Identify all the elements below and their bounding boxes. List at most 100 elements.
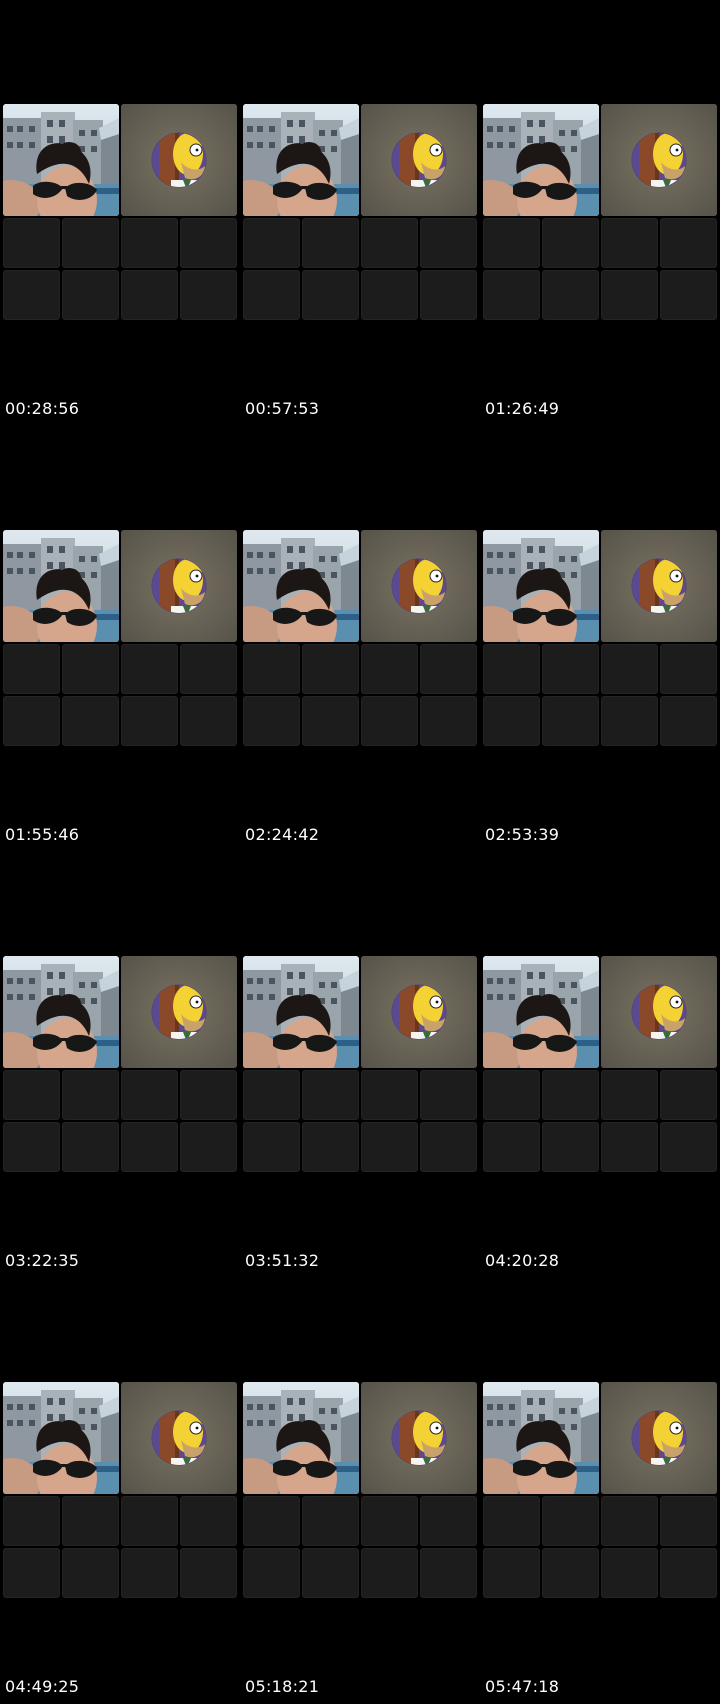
empty-participant-slot	[601, 696, 658, 746]
empty-participant-slot	[483, 1496, 540, 1546]
self-video-tile	[243, 1382, 359, 1494]
empty-participant-slot	[243, 1548, 300, 1598]
empty-participant-slot	[420, 218, 477, 268]
homer-avatar-icon	[361, 104, 477, 216]
frame-timestamp: 02:53:39	[485, 825, 560, 844]
peer-video-tile	[361, 530, 477, 642]
empty-participant-slot	[361, 218, 418, 268]
empty-participant-slot	[243, 218, 300, 268]
empty-participant-slot	[483, 270, 540, 320]
empty-participant-slot	[180, 270, 237, 320]
self-video-feed-icon	[243, 956, 359, 1068]
empty-participant-slot	[420, 644, 477, 694]
video-call-frame	[3, 1382, 237, 1598]
empty-participant-slot	[542, 1496, 599, 1546]
empty-participant-slot	[542, 1548, 599, 1598]
empty-participant-slot	[62, 1548, 119, 1598]
empty-participant-slot	[542, 1122, 599, 1172]
empty-participant-slot	[601, 1496, 658, 1546]
self-video-feed-icon	[483, 530, 599, 642]
empty-participant-slot	[3, 1122, 60, 1172]
empty-participant-slot	[420, 1496, 477, 1546]
contact-sheet: 00:28:56 00:57:53 01:26:49 01:55:46 02:2…	[0, 0, 720, 1704]
empty-participant-slot	[243, 1122, 300, 1172]
empty-participant-slot	[601, 644, 658, 694]
peer-video-tile	[121, 1382, 237, 1494]
video-call-frame	[483, 1382, 717, 1598]
empty-participant-slot	[121, 270, 178, 320]
empty-participant-slot	[62, 1122, 119, 1172]
homer-avatar-icon	[361, 530, 477, 642]
empty-participant-slot	[302, 218, 359, 268]
video-call-frame	[3, 104, 237, 320]
empty-participant-slot	[302, 270, 359, 320]
frame-timestamp: 00:28:56	[5, 399, 80, 418]
frame-timestamp: 01:55:46	[5, 825, 80, 844]
empty-participant-slot	[542, 218, 599, 268]
self-video-feed-icon	[243, 104, 359, 216]
empty-participant-slot	[243, 270, 300, 320]
peer-video-tile	[121, 956, 237, 1068]
empty-participant-slot	[243, 1070, 300, 1120]
homer-avatar-icon	[121, 104, 237, 216]
empty-participant-slot	[62, 218, 119, 268]
empty-participant-slot	[3, 1070, 60, 1120]
self-video-tile	[3, 1382, 119, 1494]
empty-participant-slot	[601, 1122, 658, 1172]
empty-participant-slot	[483, 696, 540, 746]
video-call-frame	[243, 104, 477, 320]
empty-participant-slot	[483, 1548, 540, 1598]
peer-video-tile	[601, 1382, 717, 1494]
empty-participant-slot	[361, 1496, 418, 1546]
empty-participant-slot	[3, 270, 60, 320]
peer-video-tile	[121, 104, 237, 216]
empty-participant-slot	[601, 270, 658, 320]
frame-timestamp: 05:18:21	[245, 1677, 320, 1696]
homer-avatar-icon	[121, 1382, 237, 1494]
self-video-tile	[483, 530, 599, 642]
empty-participant-slot	[302, 1548, 359, 1598]
empty-participant-slot	[62, 644, 119, 694]
video-call-frame	[483, 530, 717, 746]
frame-timestamp: 04:49:25	[5, 1677, 80, 1696]
peer-video-tile	[361, 956, 477, 1068]
peer-video-tile	[601, 530, 717, 642]
self-video-tile	[3, 530, 119, 642]
frame-timestamp: 00:57:53	[245, 399, 320, 418]
frame-timestamp: 05:47:18	[485, 1677, 560, 1696]
frame-timestamp: 04:20:28	[485, 1251, 560, 1270]
empty-participant-slot	[361, 1122, 418, 1172]
empty-participant-slot	[62, 696, 119, 746]
frame-timestamp: 03:22:35	[5, 1251, 80, 1270]
empty-participant-slot	[420, 696, 477, 746]
peer-video-tile	[121, 530, 237, 642]
empty-participant-slot	[483, 1122, 540, 1172]
empty-participant-slot	[243, 644, 300, 694]
empty-participant-slot	[180, 1548, 237, 1598]
empty-participant-slot	[660, 696, 717, 746]
empty-participant-slot	[180, 1496, 237, 1546]
empty-participant-slot	[660, 644, 717, 694]
empty-participant-slot	[3, 1496, 60, 1546]
peer-video-tile	[361, 104, 477, 216]
empty-participant-slot	[601, 218, 658, 268]
empty-participant-slot	[180, 644, 237, 694]
video-call-frame	[3, 530, 237, 746]
peer-video-tile	[361, 1382, 477, 1494]
empty-participant-slot	[542, 644, 599, 694]
video-call-frame	[243, 1382, 477, 1598]
empty-participant-slot	[361, 644, 418, 694]
self-video-tile	[243, 104, 359, 216]
empty-participant-slot	[660, 1122, 717, 1172]
empty-participant-slot	[542, 696, 599, 746]
video-call-frame	[243, 956, 477, 1172]
self-video-feed-icon	[243, 1382, 359, 1494]
empty-participant-slot	[121, 644, 178, 694]
empty-participant-slot	[3, 644, 60, 694]
homer-avatar-icon	[601, 530, 717, 642]
empty-participant-slot	[121, 218, 178, 268]
homer-avatar-icon	[121, 530, 237, 642]
self-video-feed-icon	[483, 1382, 599, 1494]
empty-participant-slot	[601, 1548, 658, 1598]
empty-participant-slot	[62, 1070, 119, 1120]
